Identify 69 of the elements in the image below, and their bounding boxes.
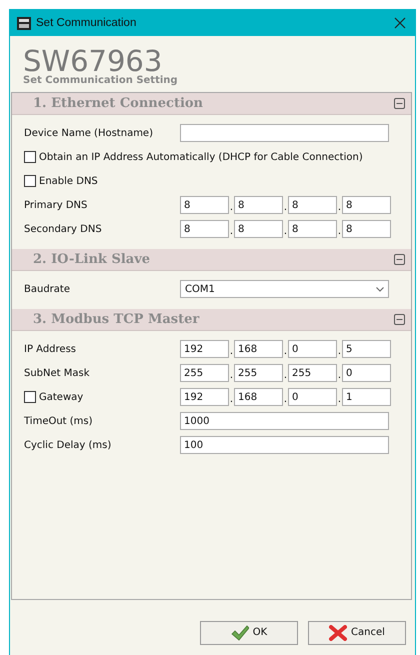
octet-separator: . [337,202,342,214]
ok-button[interactable]: OK [200,620,298,644]
field-label: SubNet Mask [24,368,91,378]
text-field[interactable] [180,124,389,142]
page-subtitle: Set Communication Setting [23,75,179,86]
ip-octet-field[interactable]: 8 [342,196,391,214]
octet-separator: . [283,202,288,214]
field-label: IP Address [24,344,77,354]
ip-octet-field[interactable]: 0 [288,388,337,406]
collapse-button[interactable] [394,98,405,109]
app-logo-icon [17,16,31,30]
octet-separator: . [337,370,342,382]
checkmark-icon [230,624,249,640]
field-label: Primary DNS [24,200,88,210]
ip-octet-field[interactable]: 8 [288,196,337,214]
octet-separator: . [337,226,342,238]
ip-octet-field[interactable]: 1 [342,388,391,406]
checkbox-label: Gateway [39,392,84,402]
section-title: 2. IO-Link Slave [33,252,150,267]
close-icon [329,624,348,640]
octet-separator: . [229,202,234,214]
checkbox[interactable] [24,391,36,403]
field-label: TimeOut (ms) [24,416,94,426]
ip-octet-field[interactable]: 8 [342,220,391,238]
ip-octet-field[interactable]: 168 [234,388,283,406]
octet-separator: . [229,226,234,238]
ip-octet-field[interactable]: 255 [180,364,229,382]
octet-separator: . [229,346,234,358]
text-field[interactable]: 100 [180,436,389,454]
ip-octet-field[interactable]: 192 [180,340,229,358]
checkbox[interactable] [24,151,36,163]
ip-octet-field[interactable]: 0 [342,364,391,382]
ip-octet-field[interactable]: 168 [234,340,283,358]
octet-separator: . [229,394,234,406]
ip-octet-field[interactable]: 0 [288,340,337,358]
ip-octet-field[interactable]: 255 [234,364,283,382]
checkbox-label: Enable DNS [39,176,98,186]
ip-octet-field[interactable]: 8 [288,220,337,238]
collapse-button[interactable] [394,254,405,265]
ip-octet-field[interactable]: 8 [234,196,283,214]
checkbox-label: Obtain an IP Address Automatically (DHCP for Cable Connection) [39,152,363,162]
octet-separator: . [337,346,342,358]
section-title: 1. Ethernet Connection [33,96,204,111]
section-title: 3. Modbus TCP Master [33,312,200,327]
field-label: Secondary DNS [24,224,103,234]
collapse-button[interactable] [394,314,405,325]
field-label: Cyclic Delay (ms) [24,440,112,450]
octet-separator: . [283,346,288,358]
window-title: Set Communication [36,17,138,29]
ip-octet-field[interactable]: 8 [180,196,229,214]
field-label: Baudrate [24,284,71,294]
chevron-icon [376,286,384,292]
close-button[interactable] [393,16,407,30]
octet-separator: . [283,394,288,406]
field-label: Device Name (Hostname) [24,128,154,138]
octet-separator: . [283,370,288,382]
octet-separator: . [229,370,234,382]
device-title: SW67963 [23,46,162,76]
ip-octet-field[interactable]: 8 [180,220,229,238]
ip-octet-field[interactable]: 8 [234,220,283,238]
checkbox[interactable] [24,175,36,187]
dropdown[interactable]: COM1 [180,280,389,298]
ip-octet-field[interactable]: 192 [180,388,229,406]
ip-octet-field[interactable]: 5 [342,340,391,358]
octet-separator: . [283,226,288,238]
cancel-button[interactable]: Cancel [308,620,406,644]
octet-separator: . [337,394,342,406]
text-field[interactable]: 1000 [180,412,389,430]
ip-octet-field[interactable]: 255 [288,364,337,382]
